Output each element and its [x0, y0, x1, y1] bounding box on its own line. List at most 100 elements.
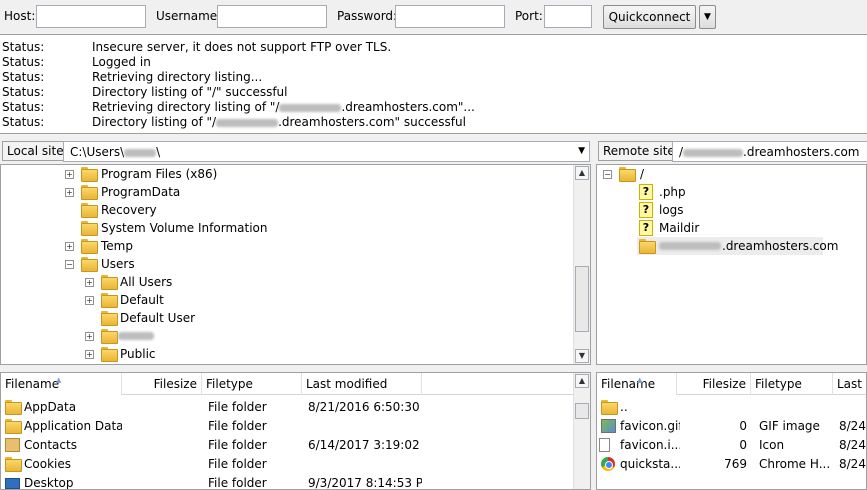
- port-label: Port:: [515, 9, 543, 23]
- password-label: Password:: [337, 9, 398, 23]
- file-row[interactable]: ..: [597, 398, 866, 417]
- collapse-icon[interactable]: −: [65, 260, 74, 269]
- folder-icon: [81, 239, 98, 254]
- expand-icon[interactable]: +: [85, 296, 94, 305]
- folder-icon: [81, 167, 98, 182]
- folder-icon: [81, 185, 98, 200]
- redacted-username: [124, 148, 157, 157]
- remote-site-path[interactable]: / .dreamhosters.com: [672, 141, 867, 162]
- folder-icon: [5, 457, 22, 472]
- chevron-down-icon[interactable]: ▼: [578, 146, 585, 156]
- remote-file-list[interactable]: Filename▲ Filesize Filetype Last m .. fa…: [596, 372, 867, 490]
- file-icon: [599, 438, 610, 452]
- user-folder-icon: [101, 329, 118, 344]
- file-row[interactable]: favicon.i... 0 Icon 8/24/...: [597, 436, 866, 455]
- local-file-list-header: Filename ▲ Filesize Filetype Last modifie…: [1, 373, 590, 395]
- tree-item-logs[interactable]: ? logs: [597, 201, 866, 219]
- log-row-cut: [0, 35, 867, 39]
- tree-item-php[interactable]: ? .php: [597, 183, 866, 201]
- tree-item-recovery[interactable]: Recovery: [1, 201, 573, 219]
- local-site-bar: Local site: C:\Users\ \ ▼: [0, 140, 592, 163]
- local-tree-scrollbar[interactable]: ▲ ▼: [573, 165, 590, 364]
- scroll-thumb[interactable]: [575, 266, 589, 332]
- tree-item-maildir[interactable]: ? Maildir: [597, 219, 866, 237]
- file-row[interactable]: Desktop File folder 9/3/2017 8:14:53 PM: [1, 474, 590, 489]
- column-header-filetype[interactable]: Filetype: [202, 373, 302, 395]
- tree-item-site-folder[interactable]: .dreamhosters.com: [637, 237, 838, 255]
- tree-item-user-profile[interactable]: +: [1, 327, 573, 345]
- username-input[interactable]: [217, 5, 327, 28]
- tree-item-all-users[interactable]: + All Users: [1, 273, 573, 291]
- column-header-filesize[interactable]: Filesize: [122, 373, 202, 395]
- username-label: Username:: [156, 9, 222, 23]
- folder-icon: [101, 293, 118, 308]
- file-row[interactable]: Cookies File folder: [1, 455, 590, 474]
- remote-site-bar: Remote site: / .dreamhosters.com: [596, 140, 867, 163]
- scroll-up-arrow-icon[interactable]: ▲: [575, 166, 589, 180]
- host-label: Host:: [4, 9, 36, 23]
- scroll-up-arrow-icon[interactable]: ▲: [575, 374, 589, 388]
- local-file-list-scrollbar[interactable]: ▲: [573, 373, 590, 489]
- folder-icon: [619, 167, 636, 182]
- column-header-filesize[interactable]: Filesize: [677, 373, 751, 395]
- column-header-last-modified[interactable]: Last m: [833, 373, 866, 395]
- quickconnect-bar: Host: Username: Password: Port: Quickcon…: [0, 0, 867, 34]
- local-file-list[interactable]: Filename ▲ Filesize Filetype Last modifie…: [0, 372, 591, 490]
- remote-directory-tree[interactable]: − / ? .php ? logs ? Maildir .dreamhoster…: [596, 164, 867, 365]
- expand-icon[interactable]: +: [65, 188, 74, 197]
- local-directory-tree[interactable]: + Program Files (x86) + ProgramData Reco…: [0, 164, 591, 365]
- file-row[interactable]: quicksta... 769 Chrome H... 8/24/...: [597, 455, 866, 474]
- expand-icon[interactable]: +: [65, 170, 74, 179]
- scroll-thumb[interactable]: [575, 403, 589, 419]
- unknown-folder-icon: ?: [639, 184, 653, 200]
- column-header-filename[interactable]: Filename ▲: [1, 373, 122, 395]
- quickconnect-button[interactable]: Quickconnect: [603, 5, 696, 29]
- folder-icon: [81, 203, 98, 218]
- file-row[interactable]: Contacts File folder 6/14/2017 3:19:02 .…: [1, 436, 590, 455]
- tree-item-users[interactable]: − Users: [1, 255, 573, 273]
- expand-icon[interactable]: +: [85, 332, 94, 341]
- file-row[interactable]: Application Data File folder: [1, 417, 590, 436]
- column-header-last-modified[interactable]: Last modified: [302, 373, 422, 395]
- redacted-username: [118, 332, 154, 340]
- message-log[interactable]: Status: Insecure server, it does not sup…: [0, 34, 867, 134]
- folder-icon: [101, 347, 118, 362]
- remote-file-list-header: Filename▲ Filesize Filetype Last m: [597, 373, 866, 395]
- folder-icon: [601, 400, 618, 415]
- folder-icon: [81, 257, 98, 272]
- sort-ascending-icon: ▲: [56, 376, 62, 384]
- column-header-filename[interactable]: Filename ▲: [597, 373, 677, 395]
- redacted-hostname: [279, 103, 342, 112]
- folder-icon: [101, 311, 118, 326]
- password-input[interactable]: [395, 5, 505, 28]
- chevron-down-icon: ▼: [704, 12, 711, 22]
- tree-item-default-user[interactable]: Default User: [1, 309, 573, 327]
- column-header-filetype[interactable]: Filetype: [751, 373, 833, 395]
- collapse-icon[interactable]: −: [603, 170, 612, 179]
- scroll-down-arrow-icon[interactable]: ▼: [575, 349, 589, 363]
- port-input[interactable]: [544, 5, 592, 28]
- contacts-icon: [5, 438, 20, 452]
- host-input[interactable]: [36, 5, 146, 28]
- tree-item-public[interactable]: + Public: [1, 345, 573, 363]
- expand-icon[interactable]: +: [85, 350, 94, 359]
- tree-item-temp[interactable]: + Temp: [1, 237, 573, 255]
- chrome-icon: [601, 457, 615, 471]
- tree-item-programdata[interactable]: + ProgramData: [1, 183, 573, 201]
- tree-item-default[interactable]: + Default: [1, 291, 573, 309]
- remote-site-label: Remote site:: [598, 141, 684, 161]
- file-row[interactable]: AppData File folder 8/21/2016 6:50:30 ..…: [1, 398, 590, 417]
- tree-item-root[interactable]: − /: [597, 165, 866, 183]
- file-row[interactable]: favicon.gif 0 GIF image 8/24/...: [597, 417, 866, 436]
- redacted-hostname: [216, 118, 279, 127]
- expand-icon[interactable]: +: [65, 242, 74, 251]
- expand-icon[interactable]: +: [85, 278, 94, 287]
- folder-icon: [101, 275, 118, 290]
- folder-icon: [639, 239, 656, 254]
- tree-item-system-volume-information[interactable]: System Volume Information: [1, 219, 573, 237]
- folder-icon: [81, 221, 98, 236]
- quickconnect-dropdown-button[interactable]: ▼: [699, 5, 716, 29]
- desktop-icon: [5, 478, 20, 489]
- local-site-path[interactable]: C:\Users\ \ ▼: [63, 141, 590, 162]
- tree-item-program-files-x86[interactable]: + Program Files (x86): [1, 165, 573, 183]
